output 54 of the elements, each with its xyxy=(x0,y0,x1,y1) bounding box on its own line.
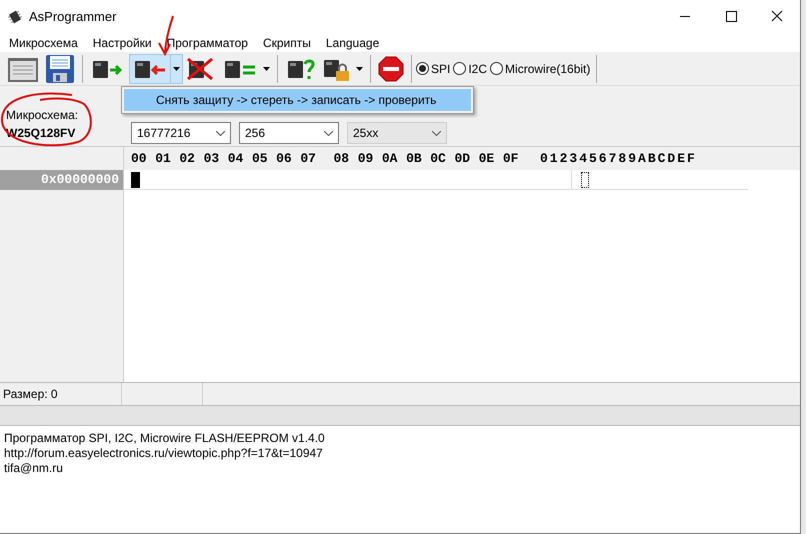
chip-question-icon xyxy=(285,56,315,80)
column-header: 0123456789ABCDEF xyxy=(540,150,697,168)
chevron-down-icon xyxy=(432,130,441,136)
column-header: 0D xyxy=(454,150,472,168)
column-header: 01 xyxy=(155,150,172,168)
column-header: 0E xyxy=(478,150,496,168)
column-header: 03 xyxy=(204,150,220,168)
window-title: AsProgrammer xyxy=(29,8,116,26)
floppy-icon xyxy=(45,54,75,84)
menu-item[interactable]: Скрипты xyxy=(262,34,312,52)
select-field[interactable]: 16777216 xyxy=(131,122,231,144)
column-header: 08 xyxy=(334,150,350,168)
column-header: 07 xyxy=(300,150,317,168)
menu-item[interactable]: Микросхема xyxy=(8,34,79,52)
caret-icon xyxy=(173,66,180,70)
column-header: 06 xyxy=(276,150,293,168)
column-header: 0F xyxy=(502,150,520,168)
menu-item[interactable]: Снять защиту -> стереть -> записать -> проверить xyxy=(124,89,471,111)
radio-button[interactable] xyxy=(490,62,504,75)
column-header: 04 xyxy=(228,150,244,168)
log-line: http://forum.easyelectronics.ru/viewtopic.php?f=17&t=10947 xyxy=(4,446,324,461)
chevron-down-icon xyxy=(324,130,333,136)
column-header: 00 xyxy=(131,150,148,168)
column-header: 09 xyxy=(358,150,374,168)
caret-icon xyxy=(356,66,362,70)
log-line: tifa@nm.ru xyxy=(4,461,64,476)
menu-item[interactable]: Language xyxy=(324,34,380,52)
column-header: 02 xyxy=(179,150,196,168)
log-line: Программатор SPI, I2C, Microwire FLASH/EEPROM v1.4.0 xyxy=(4,431,326,446)
status-text: Размер: 0 xyxy=(3,386,58,403)
text-cursor-mark xyxy=(581,172,589,188)
select-field[interactable]: 256 xyxy=(239,122,339,144)
column-header: 0A xyxy=(382,150,398,168)
stop-sign-icon xyxy=(378,56,404,82)
row-address: 0x00000000 xyxy=(40,171,119,190)
column-header: 05 xyxy=(252,150,269,168)
chip-icon xyxy=(8,10,22,24)
chip-cross-icon xyxy=(186,56,216,80)
radio-button[interactable] xyxy=(416,62,429,75)
caret-icon xyxy=(262,66,270,70)
menu-item[interactable]: Программатор xyxy=(166,34,249,52)
radio-button[interactable] xyxy=(453,62,466,75)
toolbar-button[interactable] xyxy=(43,54,77,82)
menu-item[interactable]: Настройки xyxy=(92,34,153,52)
chip-label: Микросхема: xyxy=(6,107,80,124)
column-header: 0C xyxy=(430,150,447,168)
toolbar-button[interactable] xyxy=(376,54,406,82)
column-header: 0B xyxy=(406,150,423,168)
dropdown-button[interactable] xyxy=(170,54,182,82)
radio-option[interactable]: Microwire(16bit) xyxy=(490,60,590,78)
radio-option[interactable]: SPI xyxy=(416,60,450,78)
cursor-mark xyxy=(131,172,140,188)
radio-option[interactable]: I2C xyxy=(453,60,488,78)
chevron-down-icon xyxy=(216,130,225,136)
